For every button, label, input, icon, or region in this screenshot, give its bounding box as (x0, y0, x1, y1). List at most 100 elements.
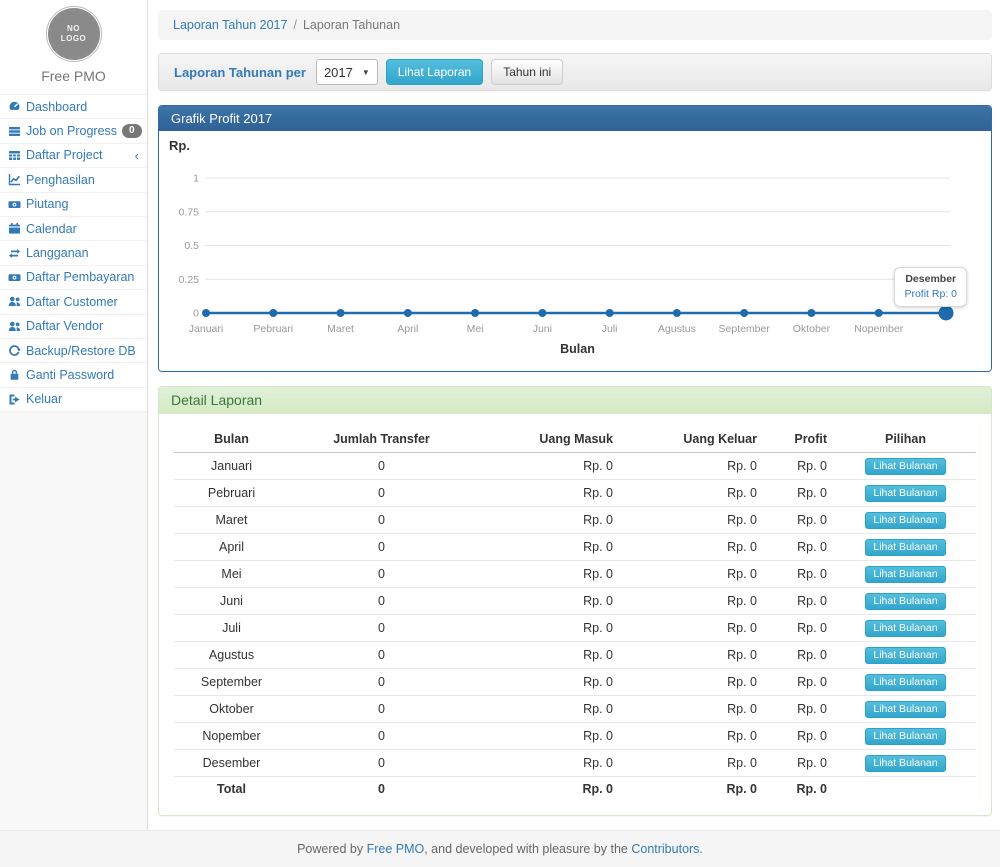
lihat-bulanan-button[interactable]: Lihat Bulanan (865, 485, 945, 502)
table-cell: Rp. 0 (621, 642, 765, 669)
sidebar-item-job-on-progress[interactable]: Job on Progress 0 (0, 119, 147, 143)
svg-text:0.25: 0.25 (179, 274, 200, 286)
breadcrumb-current: Laporan Tahunan (303, 18, 400, 32)
table-cell: Rp. 0 (621, 750, 765, 777)
lihat-bulanan-button[interactable]: Lihat Bulanan (865, 647, 945, 664)
table-cell: Desember (174, 750, 289, 777)
sidebar-item-daftar-customer[interactable]: Daftar Customer (0, 290, 147, 314)
sidebar-item-langganan[interactable]: Langganan (0, 241, 147, 265)
sidebar-item-penghasilan[interactable]: Penghasilan (0, 168, 147, 192)
lihat-bulanan-button[interactable]: Lihat Bulanan (865, 728, 945, 745)
sidebar-item-label: Dashboard (26, 100, 87, 114)
svg-text:Maret: Maret (327, 323, 354, 335)
lihat-bulanan-button[interactable]: Lihat Bulanan (865, 674, 945, 691)
table-cell: Rp. 0 (474, 696, 621, 723)
sidebar-item-label: Backup/Restore DB (26, 344, 136, 358)
calendar-icon (7, 222, 21, 235)
sidebar-item-label: Job on Progress (26, 124, 117, 138)
no-logo-badge: NO LOGO (48, 8, 100, 60)
lihat-bulanan-button[interactable]: Lihat Bulanan (865, 512, 945, 529)
lihat-bulanan-button[interactable]: Lihat Bulanan (865, 593, 945, 610)
caret-down-icon: ▼ (362, 68, 370, 77)
svg-text:Agustus: Agustus (658, 323, 696, 335)
table-cell: Rp. 0 (765, 723, 835, 750)
table-cell: 0 (289, 507, 474, 534)
table-cell: Rp. 0 (765, 588, 835, 615)
sidebar-item-label: Calendar (26, 222, 77, 236)
table-cell: Rp. 0 (765, 750, 835, 777)
year-select-value: 2017 (324, 65, 353, 80)
sidebar-item-ganti-password[interactable]: Ganti Password (0, 363, 147, 387)
table-cell: 0 (289, 615, 474, 642)
lihat-bulanan-button[interactable]: Lihat Bulanan (865, 701, 945, 718)
logo: NO LOGO Free PMO (0, 0, 147, 94)
column-header: Pilihan (835, 426, 976, 453)
sidebar-item-label: Daftar Vendor (26, 319, 103, 333)
profit-chart[interactable]: 00.250.50.751Rp.BulanJanuariPebruariMare… (159, 131, 989, 371)
table-cell: Rp. 0 (765, 480, 835, 507)
table-cell: Rp. 0 (621, 696, 765, 723)
sidebar-item-daftar-vendor[interactable]: Daftar Vendor (0, 315, 147, 339)
detail-table: BulanJumlah TransferUang MasukUang Kelua… (174, 426, 976, 801)
sidebar-item-piutang[interactable]: Piutang (0, 193, 147, 217)
table-row: September0Rp. 0Rp. 0Rp. 0Lihat Bulanan (174, 669, 976, 696)
table-cell: 0 (289, 561, 474, 588)
footer-link-free-pmo[interactable]: Free PMO (367, 842, 425, 856)
lihat-bulanan-button[interactable]: Lihat Bulanan (865, 539, 945, 556)
sidebar-item-calendar[interactable]: Calendar (0, 217, 147, 241)
table-cell: Januari (174, 453, 289, 480)
table-action-cell: Lihat Bulanan (835, 669, 976, 696)
breadcrumb: Laporan Tahun 2017 / Laporan Tahunan (158, 10, 992, 40)
chevron-left-icon: ‹ (135, 149, 141, 162)
table-cell: Juni (174, 588, 289, 615)
table-row: April0Rp. 0Rp. 0Rp. 0Lihat Bulanan (174, 534, 976, 561)
sidebar-item-label: Daftar Pembayaran (26, 270, 134, 284)
total-action-cell (835, 777, 976, 801)
sidebar-item-backup-restore-db[interactable]: Backup/Restore DB (0, 339, 147, 363)
svg-text:Pebruari: Pebruari (253, 323, 293, 335)
chart-panel-title: Grafik Profit 2017 (159, 106, 991, 131)
table-cell: Rp. 0 (474, 723, 621, 750)
table-cell: Rp. 0 (765, 507, 835, 534)
table-cell: Rp. 0 (474, 588, 621, 615)
sidebar-menu: Dashboard Job on Progress 0 Daftar Proje… (0, 94, 147, 412)
table-cell: Agustus (174, 642, 289, 669)
table-action-cell: Lihat Bulanan (835, 723, 976, 750)
svg-text:Juli: Juli (602, 323, 618, 335)
sidebar-item-dashboard[interactable]: Dashboard (0, 95, 147, 119)
table-cell: Rp. 0 (474, 642, 621, 669)
sidebar-item-daftar-project[interactable]: Daftar Project ‹ (0, 144, 147, 168)
lihat-bulanan-button[interactable]: Lihat Bulanan (865, 458, 945, 475)
sidebar-item-keluar[interactable]: Keluar (0, 388, 147, 412)
lock-icon (7, 368, 21, 381)
table-cell: Rp. 0 (621, 561, 765, 588)
table-cell: 0 (289, 669, 474, 696)
lihat-bulanan-button[interactable]: Lihat Bulanan (865, 755, 945, 772)
lihat-bulanan-button[interactable]: Lihat Bulanan (865, 620, 945, 637)
sidebar-item-daftar-pembayaran[interactable]: Daftar Pembayaran (0, 266, 147, 290)
main-content: Laporan Tahun 2017 / Laporan Tahunan Lapor… (148, 0, 1000, 830)
table-cell: Rp. 0 (621, 534, 765, 561)
total-cell: Total (174, 777, 289, 801)
lihat-laporan-button[interactable]: Lihat Laporan (386, 59, 483, 85)
table-icon (7, 149, 21, 162)
detail-table-wrap: BulanJumlah TransferUang MasukUang Kelua… (159, 414, 991, 815)
table-cell: Maret (174, 507, 289, 534)
table-action-cell: Lihat Bulanan (835, 588, 976, 615)
breadcrumb-link-laporan-tahun[interactable]: Laporan Tahun 2017 (173, 18, 287, 32)
table-cell: Rp. 0 (765, 561, 835, 588)
footer-link-contributors[interactable]: Contributors. (631, 842, 703, 856)
svg-text:0.5: 0.5 (184, 240, 199, 252)
tahun-ini-button[interactable]: Tahun ini (491, 59, 563, 85)
table-cell: Rp. 0 (765, 453, 835, 480)
total-cell: Rp. 0 (765, 777, 835, 801)
svg-text:Rp.: Rp. (169, 138, 190, 153)
year-select[interactable]: 2017 ▼ (316, 59, 378, 85)
breadcrumb-separator: / (293, 18, 296, 32)
table-row: Maret0Rp. 0Rp. 0Rp. 0Lihat Bulanan (174, 507, 976, 534)
table-cell: 0 (289, 480, 474, 507)
table-cell: Rp. 0 (621, 588, 765, 615)
sidebar: NO LOGO Free PMO Dashboard Job on Progre… (0, 0, 148, 830)
table-cell: Rp. 0 (474, 534, 621, 561)
lihat-bulanan-button[interactable]: Lihat Bulanan (865, 566, 945, 583)
